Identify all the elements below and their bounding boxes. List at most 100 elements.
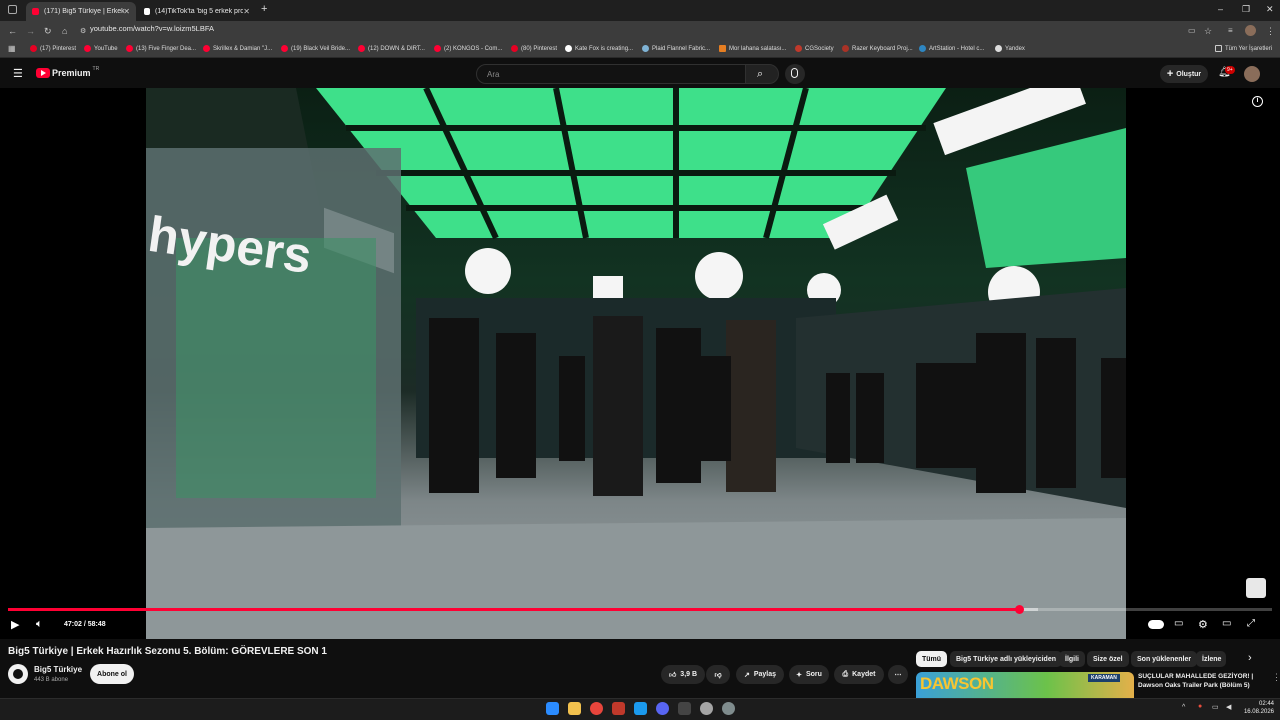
taskbar-clock[interactable]: 02:44 16.08.2026: [1240, 700, 1274, 716]
search-button[interactable]: ⌕: [745, 64, 779, 84]
steam-icon[interactable]: [634, 702, 647, 715]
bookmark-item[interactable]: (19) Black Veil Bride...: [281, 45, 350, 52]
address-bar[interactable]: youtube.com/watch?v=w.loizm5LBFA: [90, 24, 214, 33]
tray-mic-icon[interactable]: ●: [1198, 703, 1202, 710]
ask-button[interactable]: ✦ Soru: [789, 665, 829, 684]
bookmark-icon: ⎙: [842, 670, 849, 678]
reload-icon[interactable]: ↻: [44, 26, 52, 37]
cast-icon[interactable]: ▭: [1188, 26, 1196, 35]
network-icon[interactable]: ▭: [1212, 703, 1219, 711]
account-avatar[interactable]: [1244, 66, 1260, 82]
settings-gear-icon[interactable]: ⚙: [1198, 618, 1208, 631]
cgsociety-icon: [795, 45, 802, 52]
recommended-title[interactable]: SUÇLULAR MAHALLEDE GEZİYOR! | Dawson Oak…: [1138, 672, 1263, 690]
chip-related[interactable]: İlgili: [1059, 651, 1085, 667]
folder-icon: [1215, 45, 1222, 52]
create-button[interactable]: + Oluştur: [1160, 65, 1208, 83]
thumbnail-badge: KARAMAN: [1088, 674, 1120, 682]
home-icon[interactable]: ⌂: [62, 26, 67, 36]
close-window-icon[interactable]: ✕: [1266, 4, 1274, 15]
browser-tab[interactable]: (14)TikTok'ta 'big 5 erkek profil ✕: [138, 2, 256, 21]
more-actions-button[interactable]: ⋯: [888, 665, 908, 684]
bookmark-item[interactable]: (13) Five Finger Dea...: [126, 45, 196, 52]
search-input[interactable]: Ara: [476, 64, 746, 84]
bookmark-item[interactable]: (17) Pinterest: [30, 45, 76, 52]
chip-all[interactable]: Tümü: [916, 651, 948, 667]
speaker-icon[interactable]: ◀: [1226, 703, 1231, 711]
browser-tab-active[interactable]: (171) Big5 Türkiye | Erkek H ✕: [26, 2, 136, 21]
more-horizontal-icon: ⋯: [894, 671, 902, 679]
new-tab-icon[interactable]: +: [261, 3, 267, 15]
settings-icon[interactable]: [722, 702, 735, 715]
bookmark-item[interactable]: CGSociety: [795, 45, 834, 52]
info-icon[interactable]: i: [1252, 96, 1263, 107]
like-button[interactable]: 👍︎ 3,9 B: [661, 665, 705, 684]
all-bookmarks[interactable]: Tüm Yer İşaretleri: [1215, 45, 1272, 52]
chip-for-you[interactable]: Size özel: [1087, 651, 1129, 667]
subscribe-button[interactable]: Abone ol: [90, 664, 134, 684]
discord-icon[interactable]: [656, 702, 669, 715]
plus-icon: +: [1166, 68, 1174, 80]
time-display: 47:02 / 58:48: [64, 621, 106, 628]
voice-search-button[interactable]: [785, 64, 805, 84]
bookmark-item[interactable]: ArtStation - Hotel c...: [919, 45, 984, 52]
file-explorer-icon[interactable]: [568, 702, 581, 715]
recipe-icon: [719, 45, 726, 52]
recommended-thumbnail[interactable]: DAWSON KARAMAN: [916, 672, 1134, 698]
chevron-right-icon[interactable]: ›: [1248, 652, 1252, 664]
tray-chevron-icon[interactable]: ^: [1182, 704, 1185, 711]
bookmark-star-icon[interactable]: ☆: [1204, 26, 1212, 37]
play-icon[interactable]: ▶: [11, 618, 19, 631]
subtitles-icon[interactable]: ▭: [1174, 618, 1183, 629]
terminal-icon[interactable]: [678, 702, 691, 715]
bookmark-item[interactable]: Kate Fox is creating...: [565, 45, 633, 52]
site-info-icon[interactable]: ⚙: [80, 27, 86, 35]
progress-played: [8, 608, 1020, 611]
more-vertical-icon[interactable]: ⋮: [1272, 672, 1280, 683]
windows-start-icon[interactable]: [546, 702, 559, 715]
chrome-icon[interactable]: [590, 702, 603, 715]
bookmark-item[interactable]: YouTube: [84, 45, 118, 52]
autoplay-toggle[interactable]: [1148, 620, 1164, 629]
minimize-icon[interactable]: –: [1218, 4, 1223, 14]
bookmark-item[interactable]: Skrillex & Damian "J...: [203, 45, 272, 52]
bookmark-item[interactable]: (80) Pinterest: [511, 45, 557, 52]
chip-watched[interactable]: İzlene: [1196, 651, 1226, 667]
bookmark-item[interactable]: Razer Keyboard Proj...: [842, 45, 913, 52]
opera-icon[interactable]: [612, 702, 625, 715]
chip-from-uploader[interactable]: Big5 Türkiye adlı yükleyiciden: [950, 651, 1062, 667]
apps-grid-icon[interactable]: ▦: [8, 44, 16, 53]
channel-name[interactable]: Big5 Türkiye: [34, 665, 82, 674]
app-icon[interactable]: [700, 702, 713, 715]
bookmark-item[interactable]: Plaid Flannel Fabric...: [642, 45, 710, 52]
channel-avatar[interactable]: [8, 664, 28, 684]
back-icon[interactable]: ←: [8, 26, 17, 36]
bookmark-item[interactable]: Yandex: [995, 45, 1025, 52]
dislike-button[interactable]: 👎︎: [706, 665, 730, 684]
volume-icon[interactable]: 🔈︎: [36, 618, 43, 631]
close-tab-icon[interactable]: ✕: [123, 7, 130, 16]
bookmark-item[interactable]: (12) DOWN & DIRT...: [358, 45, 425, 52]
thumbnail-text: DAWSON: [920, 674, 994, 693]
hamburger-menu-icon[interactable]: ☰: [13, 67, 23, 80]
youtube-favicon-icon: [32, 8, 39, 15]
close-tab-icon[interactable]: ✕: [243, 7, 250, 16]
channel-watermark-icon[interactable]: [1246, 578, 1266, 598]
share-button[interactable]: ↗ Paylaş: [736, 665, 784, 684]
tab-search-icon[interactable]: [8, 5, 17, 14]
fullscreen-icon[interactable]: ⤢: [1247, 618, 1255, 629]
bookmark-item[interactable]: (2) KONGOS - Com...: [434, 45, 502, 52]
profile-avatar-icon[interactable]: [1245, 25, 1256, 36]
bookmark-item[interactable]: Mor lahana salatası...: [719, 45, 786, 52]
theater-mode-icon[interactable]: ▭: [1222, 618, 1231, 629]
save-button[interactable]: ⎙ Kaydet: [834, 665, 884, 684]
sparkle-icon: ✦: [796, 671, 802, 679]
youtube-icon: [84, 45, 91, 52]
chip-recent[interactable]: Son yüklenenler: [1131, 651, 1198, 667]
maximize-icon[interactable]: ❐: [1242, 4, 1250, 15]
video-player[interactable]: hypers i ▶ 🔈︎ 47:02 / 58:48 ▭ ⚙ ▭ ⤢: [0, 88, 1280, 639]
menu-icon[interactable]: ⋮: [1266, 26, 1275, 37]
forward-icon[interactable]: →: [26, 26, 35, 36]
extensions-icon[interactable]: ≡: [1228, 26, 1233, 35]
youtube-logo[interactable]: Premium TR: [36, 66, 99, 78]
